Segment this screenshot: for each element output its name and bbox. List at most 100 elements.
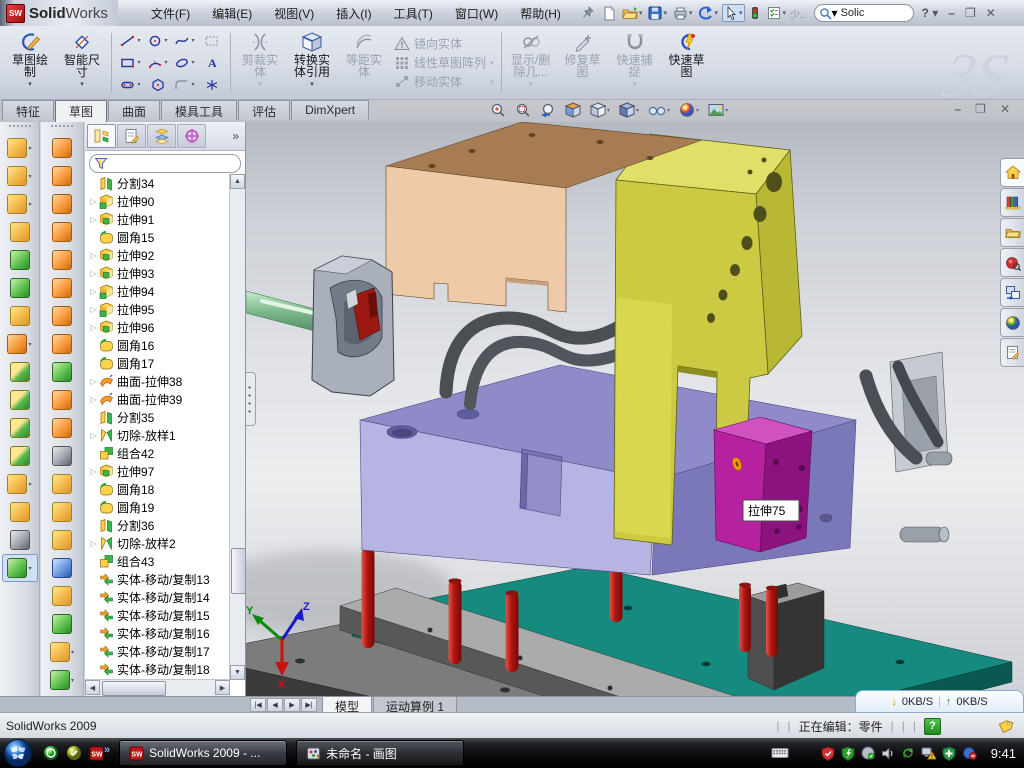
start-button[interactable]	[3, 738, 33, 768]
keyboard-icon[interactable]	[771, 747, 789, 759]
security-orb-icon[interactable]	[66, 745, 82, 761]
last-page-button[interactable]: ▶|	[301, 698, 317, 712]
menu-item[interactable]: 编辑(E)	[201, 0, 263, 26]
tree-item[interactable]: 分割36	[88, 516, 230, 534]
open-button[interactable]: ▾	[620, 5, 645, 21]
taskbar-task-button[interactable]: 未命名 - 画图	[296, 740, 464, 766]
study-tab[interactable]: 运动算例 1	[373, 697, 457, 713]
doc-minimize-button[interactable]: –	[954, 102, 961, 116]
tree-item[interactable]: ▷拉伸90	[88, 192, 230, 210]
c-sweep-button[interactable]	[41, 190, 83, 218]
menu-item[interactable]: 窗口(W)	[444, 0, 509, 26]
swept-surface-button[interactable]	[41, 134, 83, 162]
tree-item[interactable]: 组合42	[88, 444, 230, 462]
spline-tool-button[interactable]: ▾	[41, 666, 83, 694]
scroll-down-button[interactable]: ▼	[230, 665, 245, 680]
scroll-right-button[interactable]: ▶	[215, 680, 230, 695]
rectangle-button[interactable]: ▾	[117, 52, 144, 74]
tree-item[interactable]: 实体-移动/复制15	[88, 606, 230, 624]
tree-item[interactable]: 实体-移动/复制14	[88, 588, 230, 606]
mirror-entities-button[interactable]: 镜向实体	[394, 35, 494, 52]
expand-arrow-icon[interactable]: ▷	[88, 251, 99, 260]
antivirus-shield-icon[interactable]	[821, 746, 835, 761]
expand-arrow-icon[interactable]: ▷	[88, 323, 99, 332]
propertymanager-tab[interactable]	[117, 124, 146, 148]
quick-snaps-button[interactable]: 快速捕 捉▾	[609, 28, 661, 97]
tree-item[interactable]: 圆角15	[88, 228, 230, 246]
revolved-surface-button[interactable]	[41, 162, 83, 190]
extruded-cut-button[interactable]: ▾	[0, 162, 39, 190]
thicken-button[interactable]	[41, 386, 83, 414]
search-input[interactable]: ▾ Solic	[814, 4, 914, 22]
appearance-button[interactable]: ▾	[679, 102, 699, 118]
v-scroll-thumb[interactable]	[231, 548, 246, 594]
minimize-button[interactable]: –	[948, 6, 955, 20]
fillet-surface-button[interactable]	[41, 582, 83, 610]
rib-button[interactable]	[0, 302, 39, 330]
network-warning-icon[interactable]	[921, 746, 936, 760]
expand-arrow-icon[interactable]: ▷	[88, 197, 99, 206]
split2-feature-button[interactable]	[0, 386, 39, 414]
tree-item[interactable]: 圆角17	[88, 354, 230, 372]
swept-boss-button[interactable]	[0, 218, 39, 246]
smart-dimension-button[interactable]: 智能尺 寸▾	[56, 28, 108, 97]
tree-filter-input[interactable]	[89, 154, 241, 173]
tree-item[interactable]: ▷拉伸91	[88, 210, 230, 228]
clamp-block[interactable]	[312, 256, 394, 396]
quick-tips-button[interactable]: ?	[924, 718, 941, 735]
scroll-left-button[interactable]: ◀	[85, 680, 100, 695]
green-shield-icon[interactable]	[841, 746, 855, 761]
design-library-tab[interactable]	[1000, 188, 1024, 217]
move-face-button[interactable]	[41, 526, 83, 554]
sketch-text-button[interactable]: A	[198, 52, 225, 74]
view-palette-tab[interactable]	[1000, 278, 1024, 307]
health-shield-icon[interactable]	[942, 746, 956, 761]
options-button[interactable]: ▾	[765, 5, 788, 21]
tree-item[interactable]: ▷拉伸93	[88, 264, 230, 282]
expand-arrow-icon[interactable]: ▷	[88, 395, 99, 404]
save-button[interactable]: ▾	[646, 5, 669, 21]
magenta-block[interactable]	[714, 417, 812, 552]
expand-arrow-icon[interactable]: ▷	[88, 215, 99, 224]
tree-item[interactable]: 圆角16	[88, 336, 230, 354]
move-copy-body-button[interactable]	[0, 442, 39, 470]
expand-arrow-icon[interactable]: ▷	[88, 377, 99, 386]
menu-item[interactable]: 工具(T)	[383, 0, 444, 26]
convert-entities-button[interactable]: 转换实 体引用▾	[286, 28, 338, 97]
custom-properties-tab[interactable]	[1000, 338, 1024, 367]
selection-box-button[interactable]	[198, 30, 225, 52]
planar-surface-button[interactable]	[41, 330, 83, 358]
tree-item[interactable]: 圆角19	[88, 498, 230, 516]
close-button[interactable]: ✕	[986, 6, 996, 20]
menu-item[interactable]: 视图(V)	[263, 0, 325, 26]
scene-button[interactable]: ▾	[708, 103, 728, 117]
study-tab[interactable]: 模型	[322, 697, 372, 713]
lofted-boss-button[interactable]	[0, 246, 39, 274]
expand-arrow-icon[interactable]: ▷	[88, 287, 99, 296]
move-entities-button[interactable]: 移动实体▾	[394, 73, 494, 90]
next-page-button[interactable]: ▶	[284, 698, 300, 712]
appearances-tab[interactable]	[1000, 308, 1024, 337]
doc-close-button[interactable]: ✕	[1000, 102, 1010, 116]
tree-item[interactable]: 实体-移动/复制17	[88, 642, 230, 660]
slot-button[interactable]: ▾	[117, 74, 144, 96]
model-view[interactable]: 拉伸75 Y Z X	[246, 122, 1024, 696]
trim-entities-button[interactable]: 剪裁实 体▾	[234, 28, 286, 97]
zoom-area-button[interactable]	[515, 102, 531, 118]
solidworks-icon[interactable]: SW	[89, 746, 104, 761]
display-style-button[interactable]: ▾	[619, 102, 639, 118]
offset-entities-button[interactable]: 等距实 体	[338, 28, 390, 97]
ellipse-button[interactable]: ▾	[171, 52, 198, 74]
dimxpertmanager-tab[interactable]	[177, 124, 206, 148]
ribbon-tab[interactable]: 模具工具	[161, 100, 237, 120]
j-sweep-button[interactable]	[41, 414, 83, 442]
help-button[interactable]: ? ▾	[922, 6, 939, 20]
repair-sketch-button[interactable]: 修复草 图	[557, 28, 609, 97]
menu-item[interactable]: 帮助(H)	[509, 0, 572, 26]
extruded-boss-button[interactable]: ▾	[0, 134, 39, 162]
circle-button[interactable]: ▾	[144, 30, 171, 52]
tree-item[interactable]: ▷拉伸97	[88, 462, 230, 480]
sync-icon[interactable]	[901, 746, 915, 760]
reference-geometry-button[interactable]: ▾	[0, 470, 39, 498]
prev-page-button[interactable]: ◀	[267, 698, 283, 712]
